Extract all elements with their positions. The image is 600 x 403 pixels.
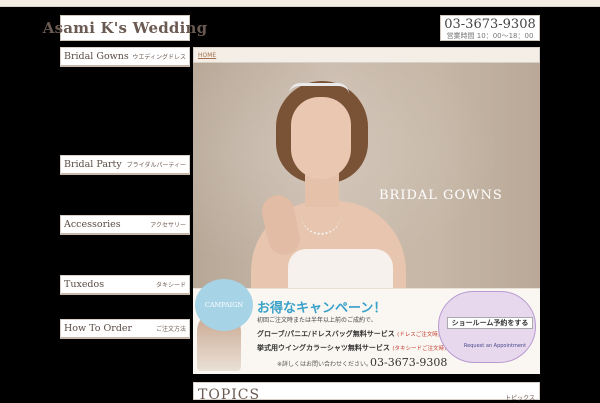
tiara (289, 83, 349, 94)
banner-line3: 挙式用ウイングカラーシャツ無料サービス (タキシードご注文時) (257, 344, 447, 352)
sidebar-item[interactable] (60, 299, 190, 315)
sidebar-item[interactable] (60, 343, 190, 359)
sidebar-item[interactable] (60, 255, 190, 271)
category-subtitle: タキシード (155, 282, 186, 289)
banner-phone: 03-3673-9308 (370, 356, 448, 369)
showroom-button[interactable]: ショールーム予約をする (447, 317, 533, 329)
category-subtitle: ブライダルパーティー (126, 162, 186, 169)
sidebar-item[interactable] (60, 179, 190, 195)
breadcrumb: HOME (193, 47, 540, 63)
main-content: HOME BRIDAL GOWNS CAMPAIGN お得なキャンペーン！ 初回… (193, 47, 540, 374)
category-title: How To Order (64, 323, 133, 334)
sidebar: Bridal Gowns ウエディングドレス Bridal Party ブライダ… (60, 47, 190, 395)
sidebar-item[interactable] (60, 103, 190, 119)
banner-headline: お得なキャンペーン！ (257, 301, 387, 316)
category-title: Tuxedos (64, 279, 105, 290)
category-bridal-gowns[interactable]: Bridal Gowns ウエディングドレス (60, 47, 190, 67)
banner-line2: グローブ/パニエ/ドレスバッグ無料サービス (ドレスご注文時) (257, 330, 440, 338)
category-items (60, 339, 190, 395)
category-bridal-party[interactable]: Bridal Party ブライダルパーティー (60, 155, 190, 175)
logo[interactable]: Asami K's Wedding (43, 15, 207, 41)
category-subtitle: アクセサリー (150, 222, 186, 229)
appointment-text: Request an Appointment (463, 343, 527, 349)
category-items (60, 295, 190, 319)
sidebar-item[interactable] (60, 239, 190, 255)
category-title: Bridal Party (64, 159, 122, 170)
bride-dress (288, 249, 393, 288)
category-subtitle: ウエディングドレス (132, 54, 186, 61)
hero-image: BRIDAL GOWNS (193, 63, 540, 288)
category-accessories[interactable]: Accessories アクセサリー (60, 215, 190, 235)
breadcrumb-home-link[interactable]: HOME (198, 52, 216, 59)
header-phone: 03-3673-9308 営業時間 10：00～18：00 (440, 15, 540, 41)
sidebar-item[interactable] (60, 195, 190, 211)
category-tuxedos[interactable]: Tuxedos タキシード (60, 275, 190, 295)
banner-contact: ※詳しくはお問い合わせください。 (277, 361, 373, 368)
category-items (60, 67, 190, 155)
sidebar-item[interactable] (60, 359, 190, 375)
bride-face (291, 97, 351, 179)
topics-title: TOPICS (198, 387, 261, 403)
category-how-to-order[interactable]: How To Order ご注文方法 (60, 319, 190, 339)
category-items (60, 175, 190, 215)
header-phone-number: 03-3673-9308 (444, 17, 536, 32)
sidebar-item[interactable] (60, 87, 190, 103)
category-title: Bridal Gowns (64, 51, 129, 62)
banner-line1: 初回ご注文時または半年以上前のご成約で、 (257, 317, 377, 324)
logo-text: Asami K's Wedding (42, 19, 208, 37)
top-strip (0, 0, 600, 7)
campaign-badge: CAMPAIGN (195, 279, 253, 331)
category-items (60, 235, 190, 275)
sidebar-item[interactable] (60, 71, 190, 87)
sidebar-item[interactable] (60, 135, 190, 151)
category-subtitle: ご注文方法 (155, 326, 186, 333)
sidebar-item[interactable] (60, 375, 190, 391)
hero-title: BRIDAL GOWNS (379, 188, 503, 203)
topics-header: TOPICS トピックス (193, 382, 540, 403)
header-hours: 営業時間 10：00～18：00 (446, 32, 534, 40)
topics-subtitle: トピックス (505, 395, 535, 402)
category-title: Accessories (64, 219, 121, 230)
sidebar-item[interactable] (60, 119, 190, 135)
campaign-banner[interactable]: CAMPAIGN お得なキャンペーン！ 初回ご注文時または半年以上前のご成約で、… (193, 279, 540, 374)
